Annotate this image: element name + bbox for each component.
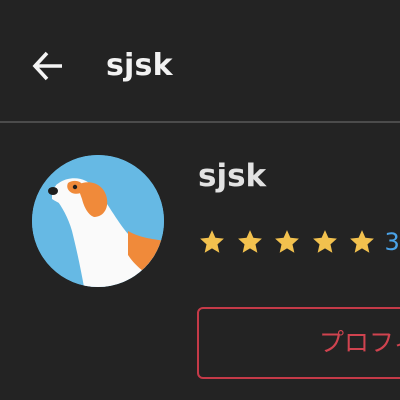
rating-count-link[interactable]: 3 — [385, 226, 400, 258]
rating: 3 — [198, 226, 400, 258]
page-title: sjsk — [106, 48, 173, 83]
avatar[interactable] — [32, 155, 164, 287]
arrow-left-icon — [32, 51, 62, 81]
star-icon — [350, 230, 374, 253]
app-bar: sjsk — [0, 0, 400, 121]
username: sjsk — [198, 158, 267, 194]
header-divider — [0, 121, 400, 123]
star-icon — [312, 230, 337, 253]
profile-button[interactable]: プロフィ — [197, 307, 400, 379]
user-screen: sjsk sjsk 3 プロフィ — [0, 0, 400, 400]
back-button[interactable] — [26, 44, 70, 88]
dog-avatar-icon — [32, 155, 164, 287]
star-icon — [237, 230, 262, 253]
star-icon — [200, 230, 224, 253]
star-icon — [275, 230, 299, 253]
